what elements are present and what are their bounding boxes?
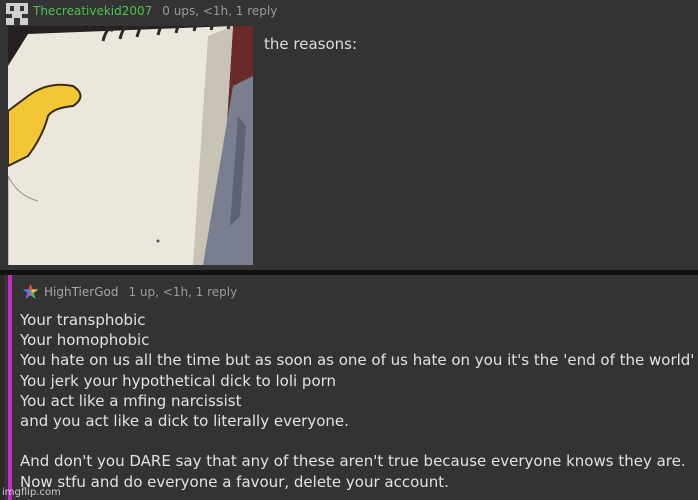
user-avatar-pixel-icon[interactable]	[6, 3, 28, 25]
username-link[interactable]: HighTierGod	[44, 285, 118, 299]
attached-image[interactable]	[8, 26, 253, 265]
comment-line: Your homophobic	[20, 331, 150, 350]
notepad-meme-image	[8, 26, 253, 265]
comment-line: and you act like a dick to literally eve…	[20, 412, 349, 431]
comment-blank-line	[20, 431, 694, 451]
comment-stats: 0 ups, <1h, 1 reply	[162, 4, 278, 18]
comment-reply: HighTierGod 1 up, <1h, 1 reply Your trans…	[0, 275, 698, 500]
comment-meta: HighTierGod 1 up, <1h, 1 reply	[44, 285, 237, 299]
thread-indicator-bar[interactable]	[8, 275, 12, 500]
comment-meta: Thecreativekid2007 0 ups, <1h, 1 reply	[33, 4, 277, 18]
comment-parent: Thecreativekid2007 0 ups, <1h, 1 reply t…	[0, 0, 698, 270]
comment-body: Your transphobic Your homophobic You hat…	[20, 310, 694, 492]
comment-stats: 1 up, <1h, 1 reply	[128, 285, 238, 299]
comment-line: And don't you DARE say that any of these…	[20, 452, 686, 471]
comment-line: You act like a mfing narcissist	[20, 391, 242, 410]
comment-line: Now stfu and do everyone a favour, delet…	[20, 472, 449, 491]
comment-line: You hate on us all the time but as soon …	[20, 351, 695, 370]
imgflip-watermark: imgflip.com	[2, 487, 61, 498]
comment-line: You jerk your hypothetical dick to loli …	[20, 371, 337, 390]
collapse-gutter[interactable]	[0, 275, 6, 500]
rainbow-star-icon[interactable]	[22, 283, 39, 300]
comment-line: Your transphobic	[20, 311, 146, 329]
username-link[interactable]: Thecreativekid2007	[33, 4, 152, 18]
comment-body: the reasons:	[264, 35, 358, 53]
